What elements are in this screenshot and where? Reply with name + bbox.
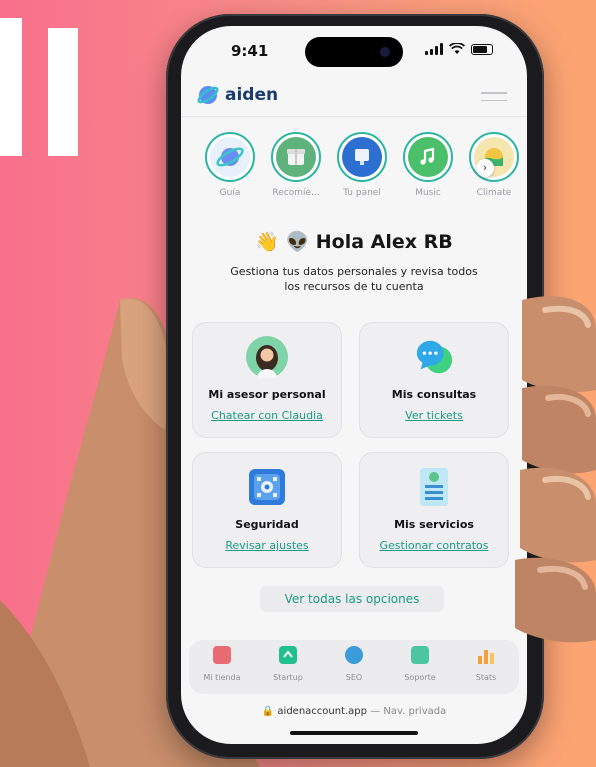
story-label: Music (415, 188, 441, 198)
card-title: Seguridad (235, 518, 299, 531)
signal-icon (425, 43, 443, 55)
card-my-queries[interactable]: Mis consultas Ver tickets (359, 322, 509, 438)
view-tickets-link[interactable]: Ver tickets (405, 409, 463, 422)
story-label: Tu panel (343, 188, 381, 198)
brand-name: aiden (225, 85, 279, 105)
tab-startup[interactable]: Startup (255, 640, 321, 694)
story-label: Climate (476, 188, 512, 198)
review-settings-link[interactable]: Revisar ajustes (225, 539, 308, 552)
store-icon (213, 646, 231, 664)
story-music[interactable]: Music (403, 132, 453, 198)
story-label: Guía (219, 188, 241, 198)
story-tu-panel[interactable]: Tu panel (337, 132, 387, 198)
greeting: 👋 👽 Hola Alex RB (181, 230, 527, 253)
stats-bars-icon (477, 646, 495, 664)
monitor-icon (342, 137, 382, 177)
contract-document-icon (413, 466, 455, 508)
view-all-options-button[interactable]: Ver todas las opciones (260, 586, 444, 612)
gift-box-icon (276, 137, 316, 177)
aiden-logo-icon (197, 86, 219, 104)
tab-label: Soporte (404, 673, 436, 682)
url-domain: aidenaccount.app (277, 706, 367, 717)
card-title: Mi asesor personal (208, 388, 326, 401)
tab-mi-tienda[interactable]: Mi tienda (189, 640, 255, 694)
planet-icon (210, 137, 250, 177)
wave-alien-emoji: 👋 👽 (255, 231, 310, 253)
card-security[interactable]: Seguridad Revisar ajustes (192, 452, 342, 568)
tab-seo[interactable]: SEO (321, 640, 387, 694)
home-indicator[interactable] (290, 731, 418, 735)
tab-label: Startup (273, 673, 303, 682)
safe-vault-icon (246, 466, 288, 508)
tab-soporte[interactable]: Soporte (387, 640, 453, 694)
lock-icon: 🔒 (261, 706, 275, 717)
tab-label: Stats (475, 673, 497, 682)
camera-icon (380, 47, 390, 57)
phone-screen: 9:41 aiden Guía Recomie... Tu panel Musi… (181, 26, 527, 744)
app-header: aiden (181, 78, 527, 118)
story-recomie[interactable]: Recomie... (271, 132, 321, 198)
private-mode-label: — Nav. privada (370, 706, 447, 717)
chat-with-claudia-link[interactable]: Chatear con Claudia (211, 409, 323, 422)
tab-stats[interactable]: Stats (453, 640, 519, 694)
card-my-services[interactable]: Mis servicios Gestionar contratos (359, 452, 509, 568)
browser-url-bar[interactable]: 🔒 aidenaccount.app — Nav. privada (181, 706, 527, 717)
story-guia[interactable]: Guía (205, 132, 255, 198)
card-title: Mis consultas (391, 388, 477, 401)
music-note-icon (408, 137, 448, 177)
stories-next-button[interactable]: › (476, 159, 494, 177)
dynamic-island (305, 37, 403, 67)
card-title: Mis servicios (394, 518, 474, 531)
tab-label: Mi tienda (203, 673, 241, 682)
support-chat-icon (411, 646, 429, 664)
header-divider (181, 116, 527, 117)
chevron-right-icon: › (482, 161, 488, 174)
hamburger-menu-icon[interactable] (481, 92, 507, 107)
seo-compass-icon (345, 646, 363, 664)
tab-label: SEO (345, 673, 363, 682)
card-personal-advisor[interactable]: Mi asesor personal Chatear con Claudia (192, 322, 342, 438)
manage-contracts-link[interactable]: Gestionar contratos (380, 539, 489, 552)
advisor-avatar (246, 336, 288, 378)
status-icons (425, 43, 493, 55)
status-time: 9:41 (231, 42, 269, 60)
chat-bubbles-icon (413, 336, 455, 378)
stories-row: Guía Recomie... Tu panel Music Climate (205, 132, 519, 198)
startup-arrow-icon (279, 646, 297, 664)
greeting-text: Hola Alex RB (315, 231, 453, 253)
story-label: Recomie... (272, 188, 320, 198)
wifi-icon (449, 43, 465, 54)
bottom-tab-bar: Mi tienda Startup SEO Soporte Stats (189, 640, 519, 694)
greeting-subtitle: Gestiona tus datos personales y revisa t… (230, 265, 478, 293)
brand[interactable]: aiden (197, 84, 278, 106)
battery-icon (471, 43, 493, 55)
